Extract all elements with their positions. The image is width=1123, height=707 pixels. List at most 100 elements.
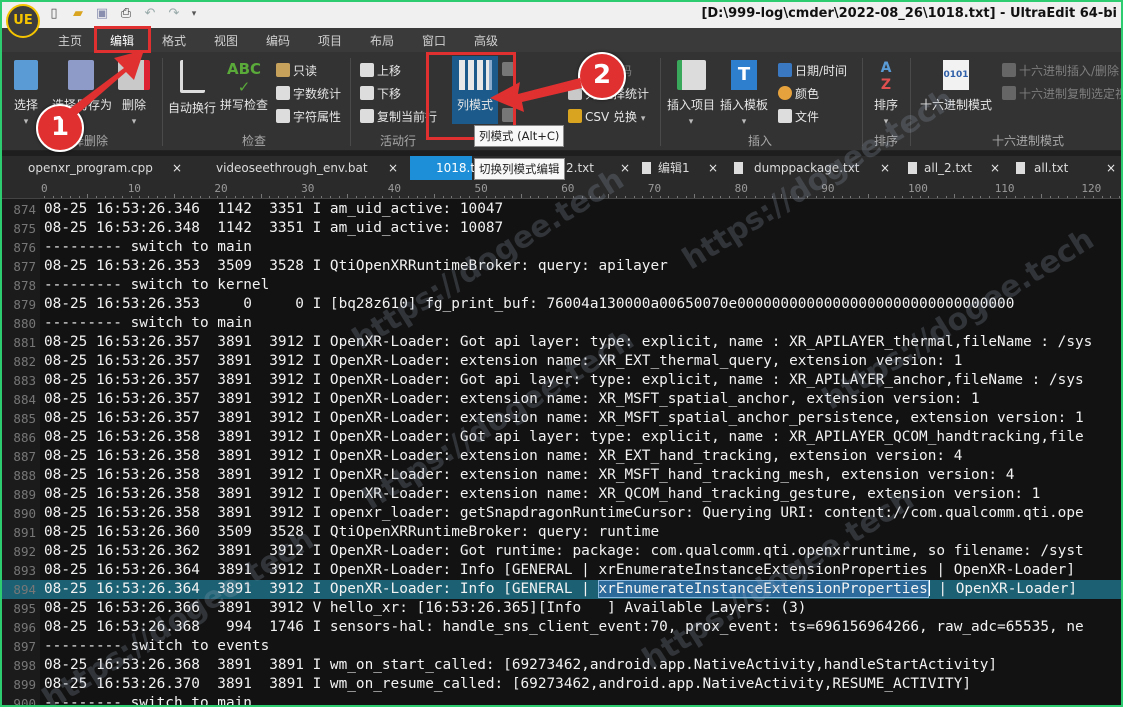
tab-encoding[interactable]: 编码 xyxy=(266,32,290,49)
doc-tab-label: 编辑1 xyxy=(658,161,690,175)
move-down-button[interactable]: 下移 xyxy=(360,85,401,102)
editor-line[interactable]: 884 08-25 16:53:26.357 3891 3912 I OpenXR… xyxy=(2,390,1121,409)
tab-project[interactable]: 项目 xyxy=(318,32,342,49)
line-text: 08-25 16:53:26.357 3891 3912 I OpenXR-Lo… xyxy=(44,372,1084,388)
editor-line[interactable]: 880 --------- switch to main xyxy=(2,314,1121,333)
close-icon[interactable]: × xyxy=(172,156,182,180)
readonly-button[interactable]: 只读 xyxy=(276,62,317,79)
editor-line[interactable]: 900 --------- switch to main xyxy=(2,694,1121,705)
tab-advanced[interactable]: 高级 xyxy=(474,32,498,49)
auto-wrap-label: 自动换行 xyxy=(168,101,217,115)
selected-text[interactable]: xrEnumerateInstanceExtensionProperties xyxy=(597,580,929,598)
move-up-button[interactable]: 上移 xyxy=(360,62,401,79)
editor-line[interactable]: 896 08-25 16:53:26.368 994 1746 I sensors… xyxy=(2,618,1121,637)
doc-tab-all2[interactable]: all_2.txt × xyxy=(902,156,1006,180)
doc-tab-1018[interactable]: 1018.t xyxy=(410,156,475,180)
editor-line[interactable]: 876 --------- switch to main xyxy=(2,238,1121,257)
delete-button[interactable]: 删除 ▾ xyxy=(118,60,150,127)
editor-line[interactable]: 883 08-25 16:53:26.357 3891 3912 I OpenXR… xyxy=(2,371,1121,390)
close-icon[interactable]: × xyxy=(1106,156,1116,180)
auto-wrap-button[interactable]: 自动换行 xyxy=(168,60,216,116)
editor-line[interactable]: 882 08-25 16:53:26.357 3891 3912 I OpenXR… xyxy=(2,352,1121,371)
line-text: 08-25 16:53:26.368 994 1746 I sensors-ha… xyxy=(44,619,1084,635)
close-icon[interactable]: × xyxy=(880,156,890,180)
char-props-button[interactable]: 字符属性 xyxy=(276,108,341,125)
document-icon xyxy=(734,162,743,174)
close-icon[interactable]: × xyxy=(708,156,718,180)
select-icon xyxy=(14,60,38,90)
ruler-tick xyxy=(503,196,505,198)
print-icon[interactable]: ⎙ xyxy=(118,6,134,22)
editor-line[interactable]: 898 08-25 16:53:26.368 3891 3891 I wm_on_… xyxy=(2,656,1121,675)
ruler-number: 30 xyxy=(301,182,315,195)
doc-tab-dumppackage[interactable]: dumppackage.txt × xyxy=(728,156,898,180)
editor-line[interactable]: 885 08-25 16:53:26.357 3891 3912 I OpenXR… xyxy=(2,409,1121,428)
qat-dropdown-icon[interactable]: ▾ xyxy=(190,6,198,22)
ruler-tick xyxy=(737,196,739,198)
insert-item-icon xyxy=(676,60,706,90)
doc-tab-videoseethrough[interactable]: videoseethrough_env.bat × xyxy=(192,156,406,180)
editor-line[interactable]: 879 08-25 16:53:26.353 0 0 I [bq28z610] f… xyxy=(2,295,1121,314)
insert-item-button[interactable]: 插入项目 ▾ xyxy=(666,60,716,127)
editor-line-current[interactable]: 894 08-25 16:53:26.364 3891 3912 I OpenXR… xyxy=(2,580,1121,599)
ruler-tick xyxy=(850,196,852,198)
editor-line[interactable]: 892 08-25 16:53:26.362 3891 3912 I OpenXR… xyxy=(2,542,1121,561)
doc-tab-openxr-program[interactable]: openxr_program.cpp × xyxy=(2,156,188,180)
undo-icon[interactable]: ↶ xyxy=(142,6,158,22)
editor-line[interactable]: 899 08-25 16:53:26.370 3891 3891 I wm_on_… xyxy=(2,675,1121,694)
editor-line[interactable]: 893 08-25 16:53:26.364 3891 3912 I OpenXR… xyxy=(2,561,1121,580)
ruler-tick xyxy=(624,196,626,198)
editor-line[interactable]: 897 --------- switch to events xyxy=(2,637,1121,656)
ruler-tick xyxy=(217,196,219,198)
close-icon[interactable]: × xyxy=(620,156,630,180)
ultraedit-logo[interactable]: UE xyxy=(6,4,40,38)
save-icon[interactable]: ▣ xyxy=(94,6,110,22)
datetime-button[interactable]: 日期/时间 xyxy=(778,62,847,79)
close-icon[interactable]: × xyxy=(990,156,1000,180)
csv-convert-button[interactable]: CSV 兑换 ▾ xyxy=(568,108,645,125)
editor-line[interactable]: 890 08-25 16:53:26.358 3891 3912 I openxr… xyxy=(2,504,1121,523)
file-button[interactable]: 文件 xyxy=(778,108,819,125)
hex-mode-button[interactable]: 0101 十六进制模式 xyxy=(918,60,994,113)
line-text: --------- switch to main xyxy=(44,239,252,255)
editor-line[interactable]: 888 08-25 16:53:26.358 3891 3912 I OpenXR… xyxy=(2,466,1121,485)
doc-tab-all[interactable]: all.txt × xyxy=(1010,156,1121,180)
editor-line[interactable]: 881 08-25 16:53:26.357 3891 3912 I OpenXR… xyxy=(2,333,1121,352)
ruler-tick xyxy=(815,196,817,198)
editor-line[interactable]: 889 08-25 16:53:26.358 3891 3912 I OpenXR… xyxy=(2,485,1121,504)
doc-tab-edit1[interactable]: 编辑1 × xyxy=(636,156,724,180)
editor-line[interactable]: 875 08-25 16:53:26.348 1142 3351 I am_uid… xyxy=(2,219,1121,238)
editor-line[interactable]: 887 08-25 16:53:26.358 3891 3912 I OpenXR… xyxy=(2,447,1121,466)
ruler-tick xyxy=(347,194,349,198)
tab-window[interactable]: 窗口 xyxy=(422,32,446,49)
editor-line[interactable]: 891 08-25 16:53:26.360 3509 3528 I QtiOpe… xyxy=(2,523,1121,542)
tab-home[interactable]: 主页 xyxy=(58,32,82,49)
tab-view[interactable]: 视图 xyxy=(214,32,238,49)
text-editor[interactable]: 874 08-25 16:53:26.346 1142 3351 I am_uid… xyxy=(2,199,1121,705)
tab-layout[interactable]: 布局 xyxy=(370,32,394,49)
ruler-tick xyxy=(598,196,600,198)
insert-template-button[interactable]: T 插入模板 ▾ xyxy=(719,60,769,127)
hex-copy-selected-button[interactable]: 十六进制复制选定视 xyxy=(1002,85,1121,102)
editor-line[interactable]: 895 08-25 16:53:26.366 3891 3912 V hello_… xyxy=(2,599,1121,618)
redo-icon[interactable]: ↷ xyxy=(166,6,182,22)
editor-line[interactable]: 877 08-25 16:53:26.353 3509 3528 I QtiOpe… xyxy=(2,257,1121,276)
editor-line[interactable]: 874 08-25 16:53:26.346 1142 3351 I am_uid… xyxy=(2,200,1121,219)
color-button[interactable]: 颜色 xyxy=(778,85,819,102)
ruler-tick xyxy=(937,196,938,198)
sort-label: 排序 xyxy=(873,98,898,112)
ruler-number: 100 xyxy=(908,182,928,195)
new-file-icon[interactable]: ▯ xyxy=(46,6,62,22)
close-icon[interactable]: × xyxy=(388,156,398,180)
open-folder-icon[interactable]: ▰ xyxy=(70,6,86,22)
ruler-tick xyxy=(694,194,696,198)
hex-insert-delete-button[interactable]: 十六进制插入/删除 xyxy=(1002,62,1119,79)
editor-line[interactable]: 886 08-25 16:53:26.358 3891 3912 I OpenXR… xyxy=(2,428,1121,447)
editor-line[interactable]: 878 --------- switch to kernel xyxy=(2,276,1121,295)
word-count-button[interactable]: 字数统计 xyxy=(276,85,341,102)
spell-check-button[interactable]: ABC ✓ 拼写检查 xyxy=(220,60,268,113)
select-button[interactable]: 选择 ▾ xyxy=(10,60,42,127)
sort-button[interactable]: AZ 排序 ▾ xyxy=(868,60,904,127)
tab-format[interactable]: 格式 xyxy=(162,32,186,49)
line-number: 884 xyxy=(13,392,36,407)
